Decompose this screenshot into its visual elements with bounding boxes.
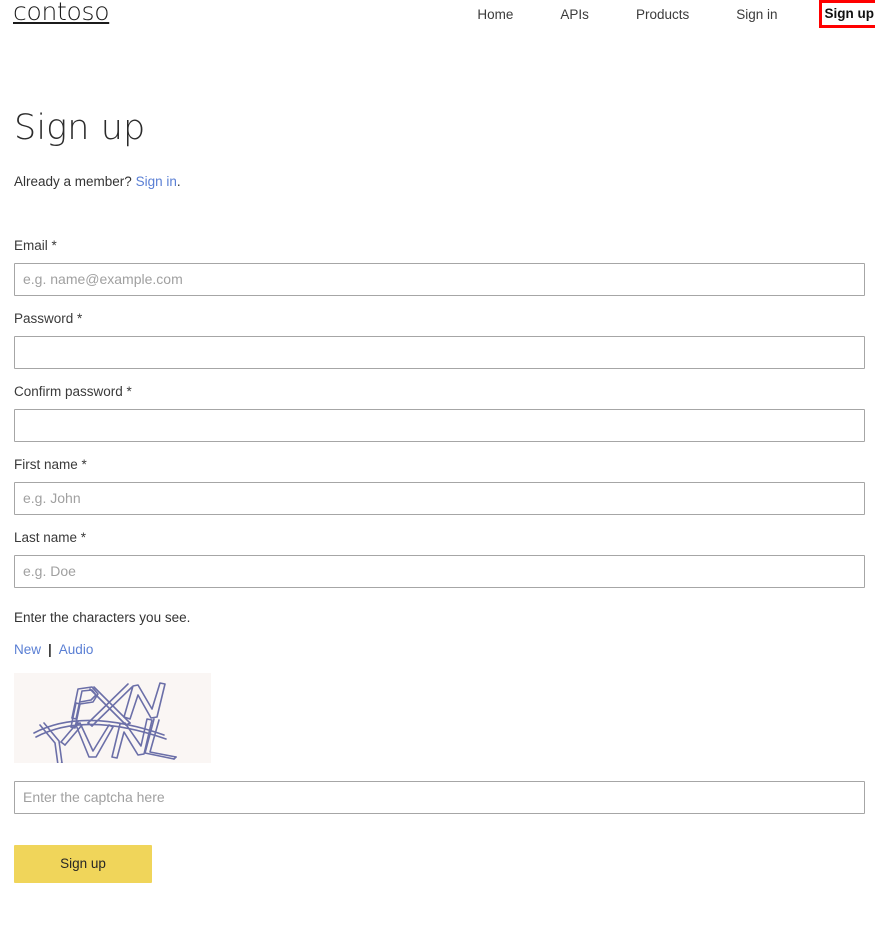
field-password: Password * bbox=[14, 310, 865, 369]
captcha-new-link[interactable]: New bbox=[14, 642, 41, 657]
signup-form: Email * Password * Confirm password * Fi… bbox=[14, 237, 865, 883]
sign-up-button[interactable]: Sign up bbox=[14, 844, 152, 883]
field-last-name: Last name * bbox=[14, 529, 865, 588]
confirm-password-label: Confirm password * bbox=[14, 384, 132, 399]
brand-logo[interactable]: contoso bbox=[13, 0, 110, 25]
field-captcha bbox=[14, 780, 865, 814]
confirm-password-input[interactable] bbox=[14, 409, 865, 442]
nav-item-home[interactable]: Home bbox=[477, 6, 513, 23]
site-header: contoso Home APIs Products Sign in Sign … bbox=[0, 0, 875, 36]
captcha-input[interactable] bbox=[14, 780, 865, 814]
field-first-name: First name * bbox=[14, 456, 865, 515]
page-content: Sign up Already a member? Sign in. Email… bbox=[0, 108, 875, 883]
nav-item-apis[interactable]: APIs bbox=[560, 6, 589, 23]
field-confirm-password: Confirm password * bbox=[14, 383, 865, 442]
submit-row: Sign up bbox=[14, 844, 861, 883]
first-name-label: First name * bbox=[14, 457, 87, 472]
last-name-label: Last name * bbox=[14, 530, 87, 545]
page-title: Sign up bbox=[14, 108, 146, 148]
already-member-text: Already a member? bbox=[14, 174, 132, 189]
nav-item-sign-up-wrapper: Sign up bbox=[818, 0, 875, 28]
nav-item-sign-up[interactable]: Sign up bbox=[825, 6, 875, 21]
already-member-line: Already a member? Sign in. bbox=[14, 173, 861, 191]
captcha-glyphs-icon bbox=[33, 681, 177, 763]
already-member-suffix: . bbox=[176, 174, 181, 189]
nav-item-sign-in[interactable]: Sign in bbox=[736, 6, 777, 23]
sign-in-link[interactable]: Sign in bbox=[136, 174, 177, 189]
main-nav: Home APIs Products Sign in Sign up bbox=[477, 0, 875, 28]
email-label: Email * bbox=[14, 238, 57, 253]
captcha-links: New | Audio bbox=[14, 641, 861, 659]
password-label: Password * bbox=[14, 311, 83, 326]
password-input[interactable] bbox=[14, 336, 865, 369]
captcha-audio-link[interactable]: Audio bbox=[59, 642, 94, 657]
captcha-prompt: Enter the characters you see. bbox=[14, 610, 191, 625]
captcha-section: Enter the characters you see. New | Audio bbox=[14, 609, 865, 814]
nav-item-products[interactable]: Products bbox=[636, 6, 689, 23]
captcha-links-separator: | bbox=[48, 641, 52, 657]
field-email: Email * bbox=[14, 237, 865, 296]
first-name-input[interactable] bbox=[14, 482, 865, 515]
captcha-image bbox=[14, 672, 211, 763]
email-input[interactable] bbox=[14, 263, 865, 296]
last-name-input[interactable] bbox=[14, 555, 865, 588]
